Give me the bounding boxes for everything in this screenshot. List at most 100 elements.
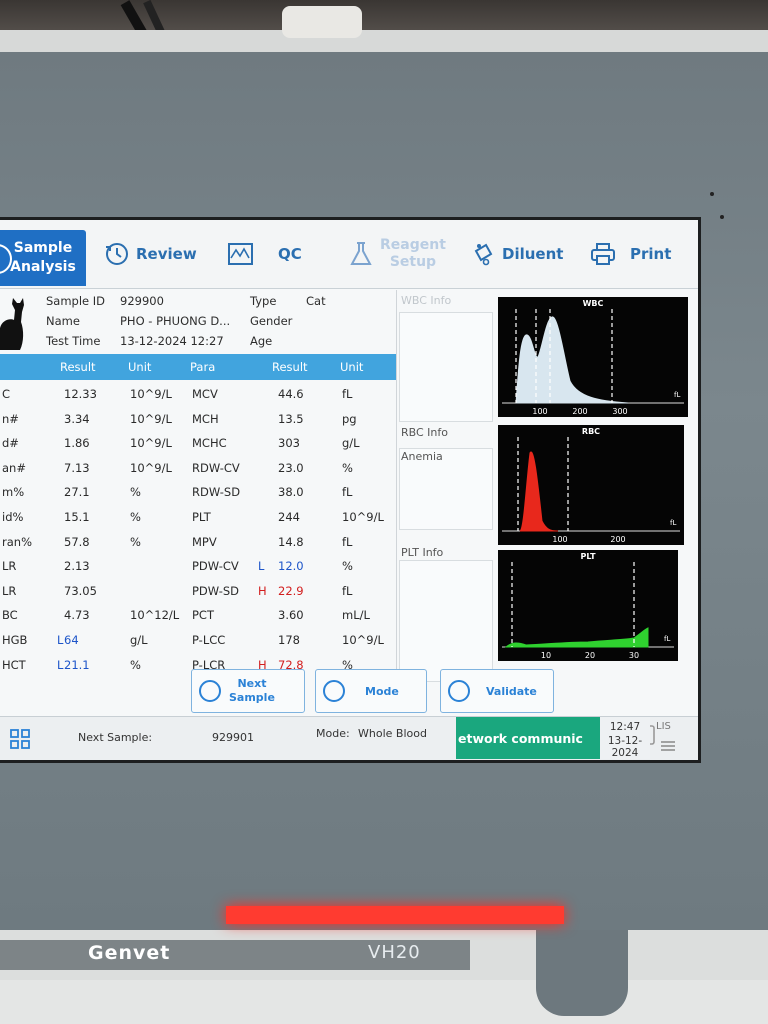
table-row: LR 73.05 PDW-SD H 22.9 fL xyxy=(0,580,396,605)
row-param-left: an# xyxy=(2,460,26,475)
nav-qc[interactable]: QC xyxy=(228,228,302,280)
row-param-left: HCT xyxy=(2,657,26,672)
device-lower-panel xyxy=(0,980,768,1024)
validate-button[interactable]: Validate xyxy=(440,669,554,713)
hist-wbc-svg: WBC 100 200 300 fL xyxy=(502,299,684,416)
row-unit-left: g/L xyxy=(130,633,148,647)
row-unit-left: % xyxy=(130,485,141,500)
histogram-curve xyxy=(515,316,629,404)
nav-reagent-setup[interactable]: Reagent Setup xyxy=(348,228,446,280)
tick-label: 200 xyxy=(610,535,625,544)
type-value: Cat xyxy=(306,294,326,308)
tick-label: 200 xyxy=(572,407,587,416)
row-unit-right: fL xyxy=(342,583,353,598)
sample-probe[interactable] xyxy=(536,930,628,1016)
row-unit-left: % xyxy=(130,510,141,524)
name-label: Name xyxy=(46,314,80,328)
network-lines-icon xyxy=(661,741,675,751)
row-param-left: ran% xyxy=(2,534,32,549)
nav-label: Diluent xyxy=(502,245,564,263)
table-row: C 12.33 10^9/L MCV 44.6 fL xyxy=(0,383,396,408)
nav-label: Review xyxy=(136,245,197,263)
tick-label: 300 xyxy=(612,407,627,416)
nav-review[interactable]: Review xyxy=(104,228,197,280)
sample-id-value: 929900 xyxy=(120,294,164,308)
age-label: Age xyxy=(250,334,273,348)
row-result-left: 3.34 xyxy=(64,411,90,426)
row-param-right: P-LCC xyxy=(192,633,226,647)
patient-info: Sample ID 929900 Type Cat Name PHO - PHU… xyxy=(0,290,392,352)
device-top-knob xyxy=(282,6,362,38)
row-param-left: BC xyxy=(2,608,18,623)
tick-label: 100 xyxy=(552,535,567,544)
network-status-message: etwork communic xyxy=(456,717,600,759)
nav-print[interactable]: Print xyxy=(590,228,671,280)
row-unit-left: 10^9/L xyxy=(130,460,172,475)
histogram-title: RBC xyxy=(582,427,600,436)
button-label: Validate xyxy=(486,684,537,698)
row-result-left: 57.8 xyxy=(64,534,90,549)
row-param-left: id% xyxy=(2,510,24,524)
row-flag-right: H xyxy=(258,583,267,598)
histogram-title: PLT xyxy=(580,552,596,561)
col-header-result: Result xyxy=(60,360,96,374)
plt-info-label: PLT Info xyxy=(401,546,444,559)
row-param-right: MCH xyxy=(192,411,219,426)
next-sample-label: Next Sample: xyxy=(78,731,153,744)
info-column: WBC Info RBC Info Anemia PLT Info xyxy=(396,290,495,690)
row-result-right: 44.6 xyxy=(278,387,304,401)
next-sample-button[interactable]: Next Sample xyxy=(191,669,305,713)
row-unit-right: fL xyxy=(342,534,353,549)
row-param-left: HGB xyxy=(2,633,28,647)
results-table-header: Result Unit Para Result Unit xyxy=(0,354,396,380)
row-result-right: 22.9 xyxy=(278,583,304,598)
row-unit-left: % xyxy=(130,657,141,672)
wbc-info-label: WBC Info xyxy=(401,294,452,307)
col-header-unit: Unit xyxy=(128,360,152,374)
row-param-right: MCV xyxy=(192,387,218,401)
row-param-right: PDW-CV xyxy=(192,559,239,574)
row-param-left: LR xyxy=(2,583,17,598)
nav-label: Reagent xyxy=(380,237,446,253)
wbc-info-box xyxy=(399,312,493,422)
row-flag-left: L xyxy=(57,657,64,672)
mode-value: Whole Blood xyxy=(358,727,427,740)
test-time-label: Test Time xyxy=(46,334,101,348)
row-unit-right: % xyxy=(342,460,353,475)
row-unit-right: pg xyxy=(342,411,357,426)
histogram-curve xyxy=(504,627,649,648)
plt-info-box xyxy=(399,560,493,682)
hist-rbc-svg: RBC 100 200 fL xyxy=(502,427,680,544)
tick-label: 30 xyxy=(629,651,639,660)
table-row: m% 27.1% RDW-SD 38.0 fL xyxy=(0,481,396,506)
row-param-left: C xyxy=(2,387,11,401)
mode-icon xyxy=(323,680,345,702)
table-row: BC 4.73 10^12/L PCT 3.60 mL/L xyxy=(0,604,396,629)
sample-id-label: Sample ID xyxy=(46,294,106,308)
nav-sample-analysis[interactable]: Sample Analysis xyxy=(0,230,86,286)
row-param-right: MPV xyxy=(192,534,217,549)
row-result-left: 64 xyxy=(64,633,79,647)
row-param-right: RDW-CV xyxy=(192,460,240,475)
rbc-histogram: RBC 100 200 fL xyxy=(498,425,684,545)
bezel-screw xyxy=(710,192,714,196)
row-param-left: m% xyxy=(2,485,25,500)
row-result-left: 12.33 xyxy=(64,387,97,401)
row-result-right: 244 xyxy=(278,510,300,524)
name-value: PHO - PHUONG D... xyxy=(120,314,231,328)
nav-diluent[interactable]: Diluent xyxy=(470,228,563,280)
model-label: VH20 xyxy=(368,942,421,963)
unit-label: fL xyxy=(664,635,670,643)
row-unit-right: fL xyxy=(342,485,353,500)
row-result-right: 38.0 xyxy=(278,485,304,500)
cat-icon xyxy=(0,298,24,350)
user-icon xyxy=(448,680,470,702)
row-flag-right: L xyxy=(258,559,265,574)
mode-button[interactable]: Mode xyxy=(315,669,427,713)
row-unit-right: fL xyxy=(342,387,353,401)
button-label: Sample xyxy=(229,691,275,704)
row-result-left: 7.13 xyxy=(64,460,90,475)
grid-menu-icon[interactable] xyxy=(10,729,30,749)
mode-label: Mode: xyxy=(316,727,350,740)
clock: 12:47 13-12-2024 xyxy=(600,717,650,759)
